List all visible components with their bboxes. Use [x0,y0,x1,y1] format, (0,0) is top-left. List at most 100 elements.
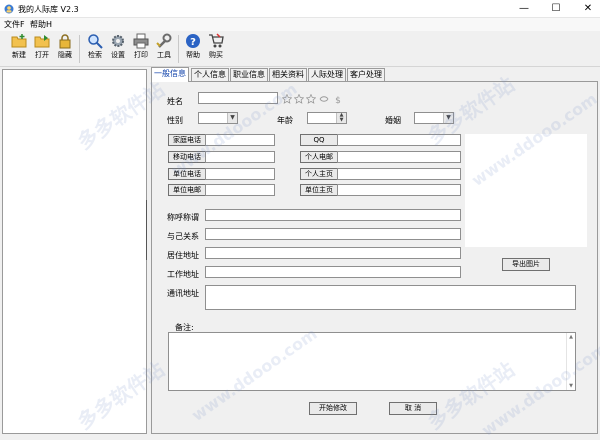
personal-email-button[interactable]: 个人电邮 [300,151,338,163]
new-folder-icon [11,34,27,48]
qq-input[interactable] [337,134,461,146]
work-homepage-button[interactable]: 单位主页 [300,184,338,196]
home-phone-button[interactable]: 家庭电话 [168,134,206,146]
help-button[interactable]: ? 帮助 [181,33,205,65]
title-input[interactable] [205,209,461,221]
gear-icon [112,35,124,47]
tab-related[interactable]: 相关资料 [269,68,307,81]
name-input[interactable] [198,92,278,104]
open-label: 打开 [35,51,49,59]
note-textarea[interactable]: ▲ ▼ [168,332,576,391]
start-edit-button[interactable]: 开始修改 [309,402,357,415]
menu-bar: 文件F 帮助H [0,18,600,31]
home-phone-input[interactable] [205,134,275,146]
scroll-up-icon[interactable]: ▲ [567,333,575,341]
contact-tree-pane[interactable] [2,69,147,434]
age-label: 年龄 [277,116,293,125]
marriage-label: 婚姻 [385,116,401,125]
age-stepper[interactable]: ▲ ▼ [307,112,347,124]
mobile-phone-input[interactable] [205,151,275,163]
name-label: 姓名 [167,97,183,106]
menu-file[interactable]: 文件F [4,19,25,30]
chevron-down-icon: ▼ [443,113,453,123]
export-image-button[interactable]: 导出图片 [502,258,550,271]
new-button[interactable]: 新建 [7,33,31,65]
cancel-button[interactable]: 取 消 [389,402,437,415]
help-label: 帮助 [186,51,200,59]
photo-box[interactable] [465,134,587,247]
relation-input[interactable] [205,228,461,240]
tab-general[interactable]: 一般信息 [151,67,189,82]
title-bar: 我的人际库 V2.3 — ☐ ✕ [0,0,600,18]
qq-button[interactable]: QQ [300,134,338,146]
buy-label: 购买 [209,51,223,59]
close-button[interactable]: ✕ [572,0,600,18]
handshake-icon[interactable] [319,94,329,104]
wrench-icon [156,33,172,48]
open-folder-icon [34,35,50,48]
new-label: 新建 [12,51,26,59]
star-icon[interactable] [306,94,316,104]
pane-splitter[interactable] [146,200,149,260]
maximize-button[interactable]: ☐ [540,0,572,18]
work-phone-input[interactable] [205,168,275,180]
scroll-down-icon[interactable]: ▼ [567,382,575,390]
menu-help[interactable]: 帮助H [30,19,52,30]
tools-label: 工具 [157,51,171,59]
tab-customer[interactable]: 客户处理 [347,68,385,81]
title-label: 称呼称谓 [167,213,199,222]
work-address-label: 工作地址 [167,270,199,279]
search-icon [88,34,103,49]
money-icon[interactable]: $ [333,94,343,104]
note-scrollbar[interactable]: ▲ ▼ [566,333,575,390]
open-button[interactable]: 打开 [30,33,54,65]
residence-label: 居住地址 [167,251,199,260]
search-button[interactable]: 检索 [83,33,107,65]
printer-icon [133,33,149,49]
star-icon[interactable] [282,94,292,104]
toolbar-separator [178,35,179,63]
toolbar-separator [79,35,80,63]
gender-label: 性别 [167,116,183,125]
personal-homepage-button[interactable]: 个人主页 [300,168,338,180]
personal-email-input[interactable] [337,151,461,163]
work-email-input[interactable] [205,184,275,196]
help-icon: ? [186,34,200,48]
buy-button[interactable]: 购买 [204,33,228,65]
work-phone-button[interactable]: 单位电话 [168,168,206,180]
work-homepage-input[interactable] [337,184,461,196]
star-icon[interactable] [294,94,304,104]
gender-select[interactable]: ▼ [198,112,238,124]
relation-label: 与己关系 [167,232,199,241]
residence-input[interactable] [205,247,461,259]
general-info-panel: 姓名 $ 性别 ▼ 年龄 ▲ ▼ 婚姻 ▼ 家庭电话 移动电话 单位电话 单位电邮… [151,81,598,434]
tab-personal[interactable]: 个人信息 [191,68,229,81]
work-email-button[interactable]: 单位电邮 [168,184,206,196]
tab-relations[interactable]: 人际处理 [308,68,346,81]
settings-button[interactable]: 设置 [106,33,130,65]
lock-icon [59,34,71,49]
hide-label: 隐藏 [58,51,72,59]
marriage-select[interactable]: ▼ [414,112,454,124]
svg-text:$: $ [335,96,341,104]
app-icon [4,4,14,14]
minimize-button[interactable]: — [508,0,540,18]
mail-address-input[interactable] [205,285,576,310]
tab-career[interactable]: 职业信息 [230,68,268,81]
settings-label: 设置 [111,51,125,59]
personal-homepage-input[interactable] [337,168,461,180]
svg-text:?: ? [190,37,196,48]
cart-icon [209,33,224,48]
mail-address-label: 通讯地址 [167,289,199,298]
work-address-input[interactable] [205,266,461,278]
spin-arrows-icon: ▲ ▼ [336,113,346,123]
hide-button[interactable]: 隐藏 [53,33,77,65]
print-button[interactable]: 打印 [129,33,153,65]
toolbar: 新建 打开 隐藏 检索 设置 打印 工具 ? 帮助 购买 [0,31,600,67]
tools-button[interactable]: 工具 [152,33,176,65]
window-title: 我的人际库 V2.3 [18,5,79,14]
search-label: 检索 [88,51,102,59]
print-label: 打印 [134,51,148,59]
chevron-down-icon: ▼ [227,113,237,123]
mobile-phone-button[interactable]: 移动电话 [168,151,206,163]
